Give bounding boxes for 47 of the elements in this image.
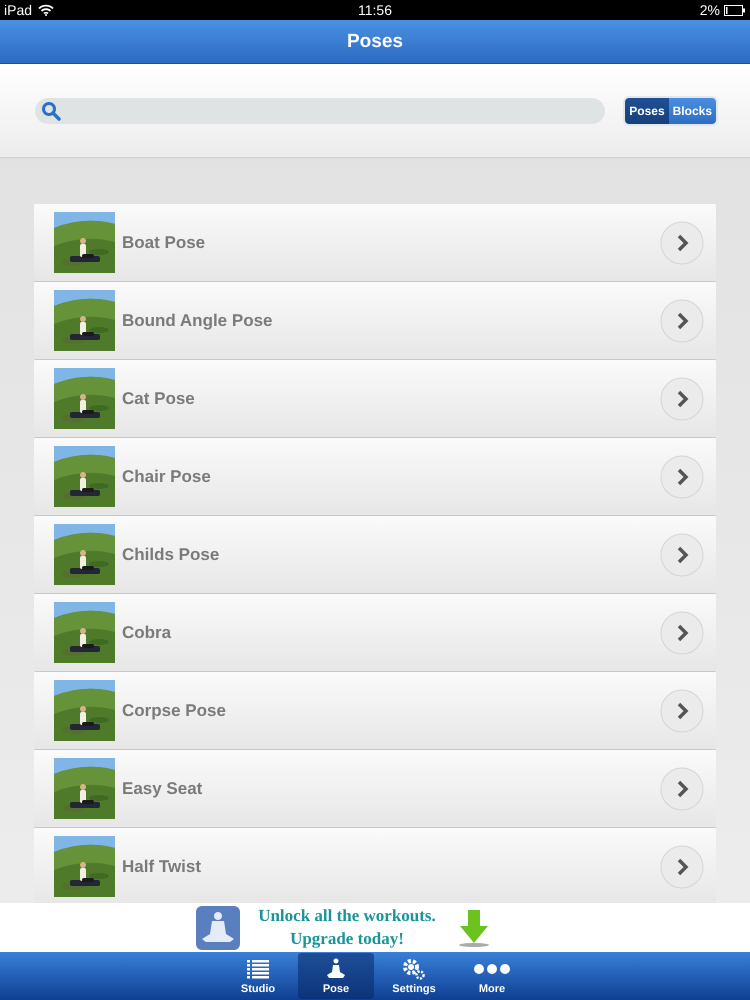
meditation-icon	[325, 958, 347, 980]
tab-item[interactable]: More	[454, 953, 530, 999]
wifi-icon	[38, 4, 54, 16]
chevron-right-icon[interactable]	[660, 298, 704, 342]
chevron-right-icon[interactable]	[660, 688, 704, 732]
ad-text: Unlock all the workouts. Upgrade today!	[258, 905, 436, 950]
chevron-right-icon[interactable]	[660, 454, 704, 498]
clock: 11:56	[358, 2, 392, 18]
chevron-right-icon[interactable]	[660, 844, 704, 888]
segment-tab[interactable]: Blocks	[668, 98, 716, 124]
tab-item[interactable]: Pose	[298, 953, 374, 999]
battery-percent: 2%	[700, 2, 720, 18]
pose-name: Bound Angle Pose	[122, 310, 274, 330]
tab-item[interactable]: Studio	[220, 953, 296, 999]
pose-row[interactable]: Childs Pose	[34, 516, 716, 594]
search-icon	[41, 100, 61, 120]
pose-row[interactable]: Half Twist	[34, 828, 716, 903]
device-name: iPad	[4, 2, 32, 18]
pose-name: Chair Pose	[122, 466, 212, 486]
chevron-right-icon[interactable]	[660, 376, 704, 420]
pose-name: Cobra	[122, 622, 172, 642]
pose-name: Easy Seat	[122, 778, 204, 798]
chevron-right-icon[interactable]	[660, 532, 704, 576]
pose-row[interactable]: Cobra	[34, 594, 716, 672]
pose-name: Cat Pose	[122, 388, 196, 408]
search-field[interactable]	[35, 98, 606, 124]
chevron-right-icon[interactable]	[660, 766, 704, 810]
ad-banner[interactable]: Unlock all the workouts. Upgrade today!	[0, 903, 750, 952]
segment-tab[interactable]: Poses	[625, 98, 669, 124]
list-icon	[247, 958, 269, 980]
pose-name: Half Twist	[122, 856, 202, 876]
pose-row[interactable]: Boat Pose	[34, 204, 716, 282]
battery-icon	[724, 4, 746, 16]
pose-row[interactable]: Chair Pose	[34, 438, 716, 516]
chevron-right-icon[interactable]	[660, 610, 704, 654]
meditation-icon	[196, 906, 240, 950]
chevron-right-icon[interactable]	[660, 220, 704, 264]
pose-name: Childs Pose	[122, 544, 220, 564]
pose-row[interactable]: Easy Seat	[34, 750, 716, 828]
tab-item[interactable]: Settings	[376, 953, 452, 999]
pose-row[interactable]: Cat Pose	[34, 360, 716, 438]
pose-name: Boat Pose	[122, 232, 206, 252]
pose-name: Corpse Pose	[122, 700, 227, 720]
pose-row[interactable]: Corpse Pose	[34, 672, 716, 750]
pose-row[interactable]: Bound Angle Pose	[34, 282, 716, 360]
nav-title: Poses	[347, 30, 403, 52]
gears-icon	[402, 958, 426, 980]
